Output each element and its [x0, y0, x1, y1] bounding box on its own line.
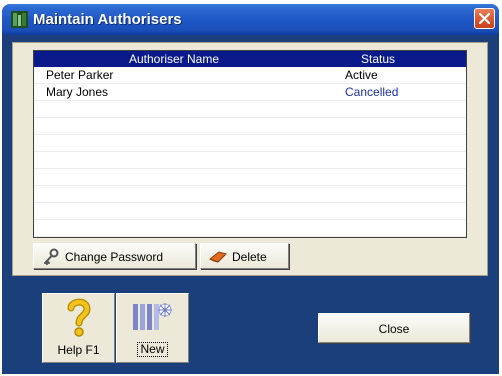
authorisers-panel: Authoriser Name Status Peter Parker Acti…	[12, 42, 488, 276]
change-password-button[interactable]: Change Password	[33, 243, 196, 269]
authorisers-grid[interactable]: Authoriser Name Status Peter Parker Acti…	[33, 50, 467, 238]
authoriser-status-cell: Active	[345, 68, 378, 82]
empty-row	[34, 220, 466, 237]
new-document-icon	[131, 300, 175, 337]
empty-row	[34, 118, 466, 135]
grid-rows: Peter Parker Active Mary Jones Cancelled	[34, 67, 466, 237]
new-button[interactable]: New	[116, 293, 189, 363]
empty-row	[34, 135, 466, 152]
table-row[interactable]: Mary Jones Cancelled	[34, 84, 466, 101]
close-label: Close	[378, 322, 410, 336]
question-mark-icon	[66, 298, 92, 341]
maintain-authorisers-window: Maintain Authorisers Authoriser Name Sta…	[2, 4, 499, 374]
help-label: Help F1	[57, 343, 100, 357]
new-label-wrap: New	[117, 342, 188, 357]
title-bar[interactable]: Maintain Authorisers	[2, 4, 499, 35]
authoriser-status-cell: Cancelled	[345, 85, 399, 99]
column-header-name[interactable]: Authoriser Name	[34, 52, 314, 66]
grid-header: Authoriser Name Status	[34, 51, 466, 67]
column-header-status[interactable]: Status	[318, 52, 438, 66]
key-icon	[42, 248, 60, 269]
empty-row	[34, 152, 466, 169]
delete-button[interactable]: Delete	[200, 243, 289, 269]
table-row[interactable]: Peter Parker Active	[34, 67, 466, 84]
empty-row	[34, 186, 466, 203]
delete-label: Delete	[232, 250, 267, 264]
empty-row	[34, 169, 466, 186]
empty-row	[34, 101, 466, 118]
empty-row	[34, 203, 466, 220]
close-button[interactable]: Close	[318, 313, 470, 343]
app-icon	[11, 11, 28, 28]
close-icon	[479, 13, 490, 24]
help-button[interactable]: Help F1	[42, 293, 115, 363]
new-label: New	[137, 342, 168, 357]
close-window-button[interactable]	[474, 8, 495, 29]
authoriser-name-cell: Peter Parker	[46, 68, 114, 82]
change-password-label: Change Password	[65, 250, 164, 264]
authoriser-name-cell: Mary Jones	[46, 85, 109, 99]
eraser-icon	[208, 250, 228, 267]
window-title: Maintain Authorisers	[33, 11, 182, 28]
